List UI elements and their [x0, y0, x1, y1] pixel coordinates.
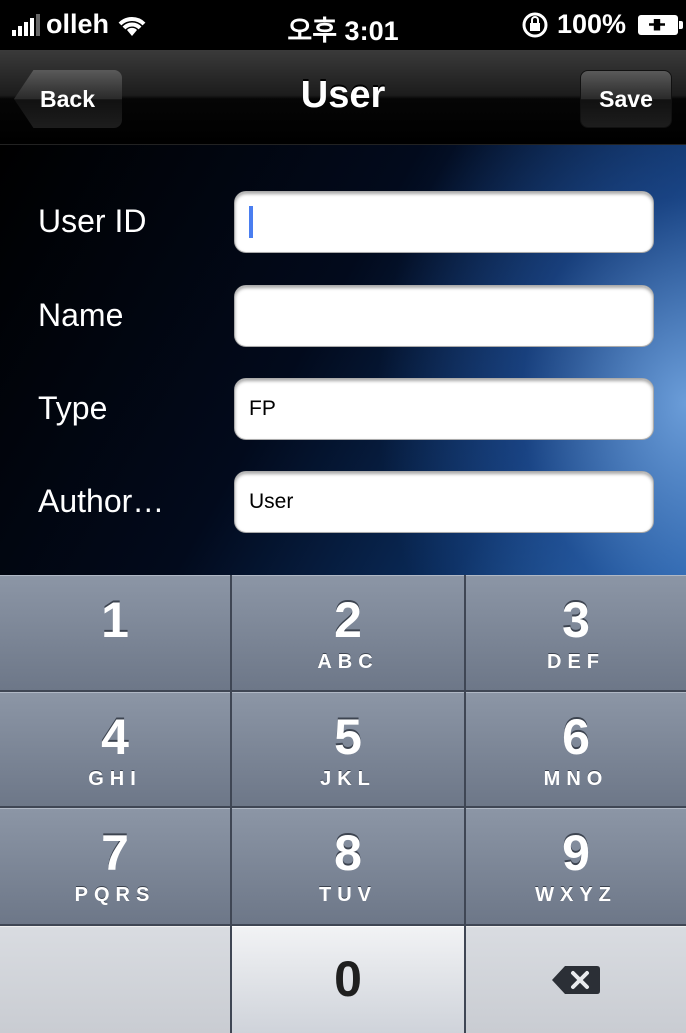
type-label: Type	[38, 390, 108, 426]
key-letters: WXYZ	[535, 884, 617, 906]
key-3[interactable]: 3 DEF	[466, 575, 686, 692]
status-bar: olleh 오후 3:01 100%	[0, 0, 686, 50]
key-8[interactable]: 8 TUV	[232, 808, 466, 926]
key-0[interactable]: 0	[232, 926, 466, 1033]
authority-value: User	[249, 490, 294, 513]
key-5[interactable]: 5 JKL	[232, 692, 466, 808]
key-blank	[0, 926, 232, 1033]
name-input[interactable]	[234, 285, 654, 347]
key-letters: MNO	[543, 768, 609, 790]
form-row-authority: Author… User	[0, 471, 686, 533]
authority-label: Author…	[38, 483, 165, 519]
user-form: User ID Name Type FP Author… User	[0, 145, 686, 575]
key-digit: 0	[334, 951, 362, 1007]
numeric-keypad: 1 2 ABC 3 DEF 4 GHI 5 JKL 6 MNO 7 PQRS 8…	[0, 575, 686, 1033]
save-button[interactable]: Save	[580, 70, 672, 128]
key-digit: 8	[334, 825, 362, 881]
key-letters: ABC	[317, 651, 379, 673]
key-digit: 1	[101, 592, 129, 648]
form-row-name: Name	[0, 285, 686, 347]
key-1[interactable]: 1	[0, 575, 232, 692]
battery-icon	[638, 14, 683, 35]
key-letters: GHI	[88, 768, 142, 790]
key-letters: PQRS	[74, 884, 156, 906]
key-9[interactable]: 9 WXYZ	[466, 808, 686, 926]
backspace-icon	[552, 965, 600, 994]
key-2[interactable]: 2 ABC	[232, 575, 466, 692]
key-digit: 9	[562, 825, 590, 881]
key-digit: 4	[101, 709, 129, 765]
name-label: Name	[38, 297, 124, 333]
key-digit: 2	[334, 592, 362, 648]
key-4[interactable]: 4 GHI	[0, 692, 232, 808]
key-digit: 3	[562, 592, 590, 648]
form-row-user-id: User ID	[0, 191, 686, 253]
key-7[interactable]: 7 PQRS	[0, 808, 232, 926]
form-row-type: Type FP	[0, 378, 686, 440]
key-6[interactable]: 6 MNO	[466, 692, 686, 808]
key-letters: TUV	[319, 884, 377, 906]
user-id-input[interactable]	[234, 191, 654, 253]
user-id-label: User ID	[38, 203, 147, 239]
key-letters: JKL	[320, 768, 376, 790]
key-digit: 6	[562, 709, 590, 765]
status-right: 100%	[521, 9, 683, 40]
key-digit: 7	[101, 825, 129, 881]
battery-percentage: 100%	[556, 9, 626, 39]
key-digit: 5	[334, 709, 362, 765]
authority-input[interactable]: User	[234, 471, 654, 533]
rotation-lock-icon	[522, 12, 548, 37]
key-letters: DEF	[547, 651, 605, 673]
type-input[interactable]: FP	[234, 378, 654, 440]
delete-key[interactable]	[466, 926, 686, 1033]
navigation-bar: Back User Save	[0, 50, 686, 145]
type-value: FP	[249, 397, 276, 420]
text-cursor	[249, 206, 253, 238]
